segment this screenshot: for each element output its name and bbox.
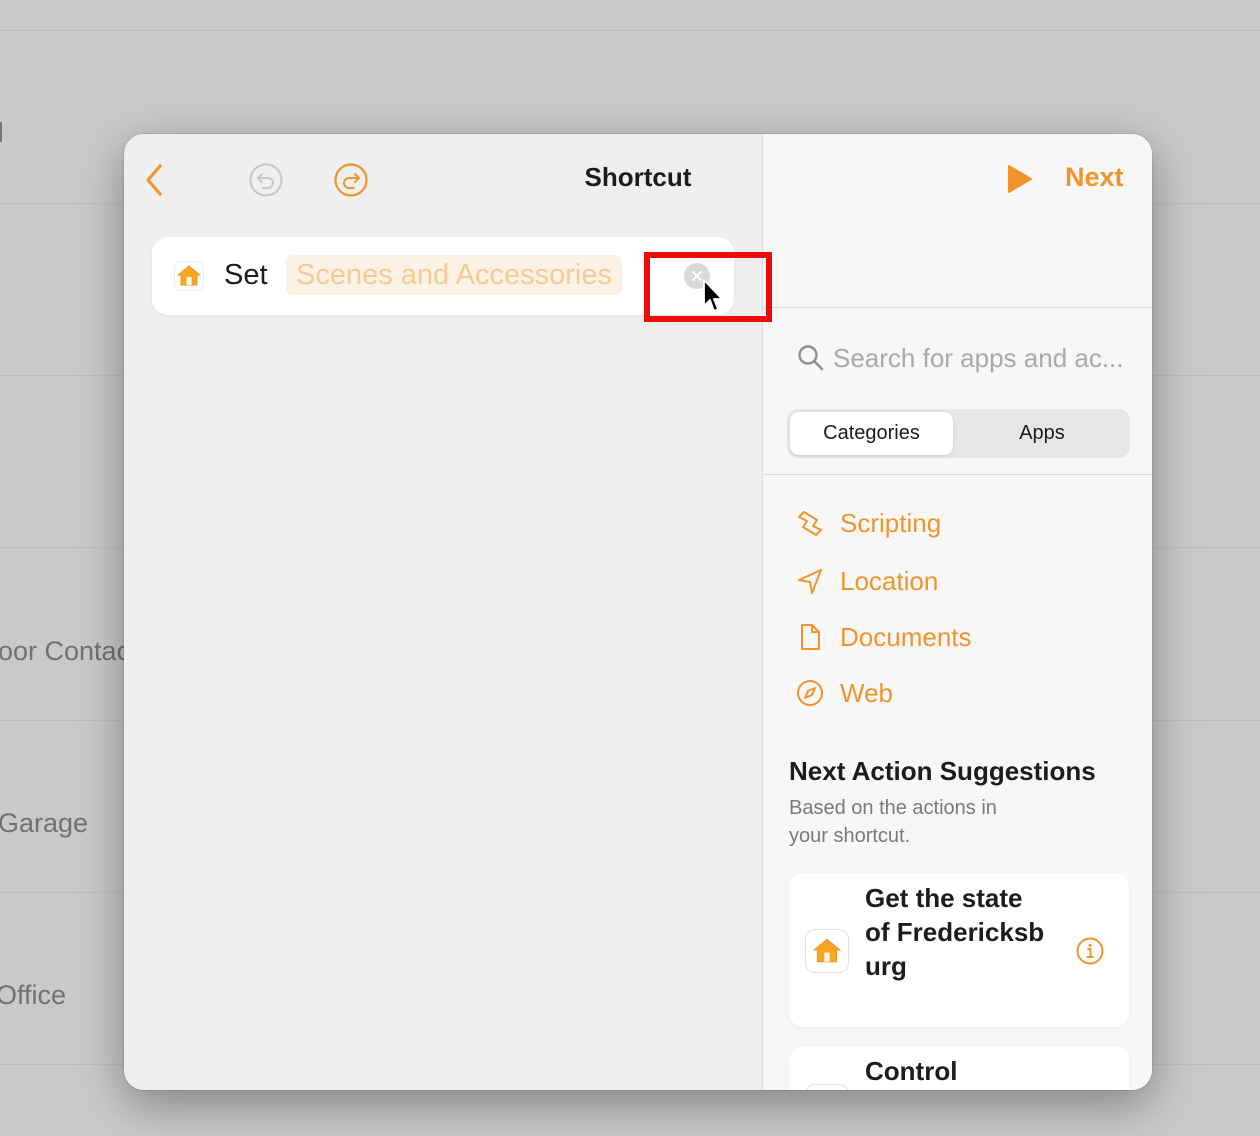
search-input[interactable]: [833, 338, 1133, 378]
scripting-icon: [798, 511, 822, 536]
segment-apps[interactable]: Apps: [957, 412, 1127, 455]
action-verb: Set: [224, 259, 268, 291]
back-button[interactable]: [140, 162, 168, 198]
run-button[interactable]: [1005, 162, 1035, 196]
page-title: Shortcut: [584, 162, 692, 192]
home-icon: [812, 938, 842, 963]
redo-button[interactable]: [332, 161, 370, 199]
segmented-control: Categories Apps: [787, 409, 1130, 458]
background-item-label: Garage: [0, 808, 89, 838]
category-web[interactable]: Web: [795, 673, 893, 713]
suggestion-text: Get the state of Fredericksburg: [865, 883, 1045, 981]
suggestion-text: Control: [865, 1056, 958, 1086]
suggestion-card[interactable]: Control: [789, 1046, 1129, 1090]
header-divider: [763, 307, 1152, 308]
category-location[interactable]: Location: [795, 561, 938, 601]
document-icon: [801, 624, 820, 650]
redo-icon: [334, 163, 368, 197]
suggestion-app-icon: [805, 929, 849, 973]
home-icon: [174, 261, 204, 291]
category-scripting[interactable]: Scripting: [795, 503, 941, 543]
suggestion-app-icon: [805, 1084, 849, 1090]
info-button[interactable]: [1074, 935, 1106, 967]
suggestions-subtitle: Based on the actions in your shortcut.: [789, 797, 997, 847]
category-label: Documents: [840, 621, 972, 652]
background-marker: [0, 122, 2, 142]
undo-button[interactable]: [247, 161, 285, 199]
compass-icon: [797, 680, 823, 706]
search-icon: [798, 345, 824, 371]
background-item-label: Office: [0, 980, 67, 1010]
suggestion-card[interactable]: Get the state of Fredericksburg: [789, 873, 1129, 1027]
actions-library-pane: Next Categories Apps Scripting: [762, 134, 1152, 1090]
mouse-pointer-icon: [703, 279, 723, 312]
scenes-accessories-parameter[interactable]: Scenes and Accessories: [286, 255, 622, 295]
segment-divider: [763, 474, 1152, 475]
category-label: Web: [840, 677, 893, 708]
info-icon: [1076, 937, 1104, 965]
next-button[interactable]: Next: [1065, 162, 1124, 193]
undo-icon: [249, 163, 283, 197]
chevron-left-icon: [146, 164, 162, 196]
category-label: Location: [840, 565, 939, 596]
segment-categories[interactable]: Categories: [790, 412, 953, 455]
category-documents[interactable]: Documents: [795, 617, 972, 657]
shortcut-editor-modal: Shortcut Set Scenes and Accessories Next: [124, 134, 1152, 1090]
category-label: Scripting: [840, 507, 942, 538]
background-item-label: oor Contac: [0, 636, 131, 666]
suggestions-title: Next Action Suggestions: [789, 756, 1096, 786]
location-arrow-icon: [798, 569, 822, 594]
background-divider: [0, 30, 1260, 31]
play-icon: [1008, 165, 1032, 193]
